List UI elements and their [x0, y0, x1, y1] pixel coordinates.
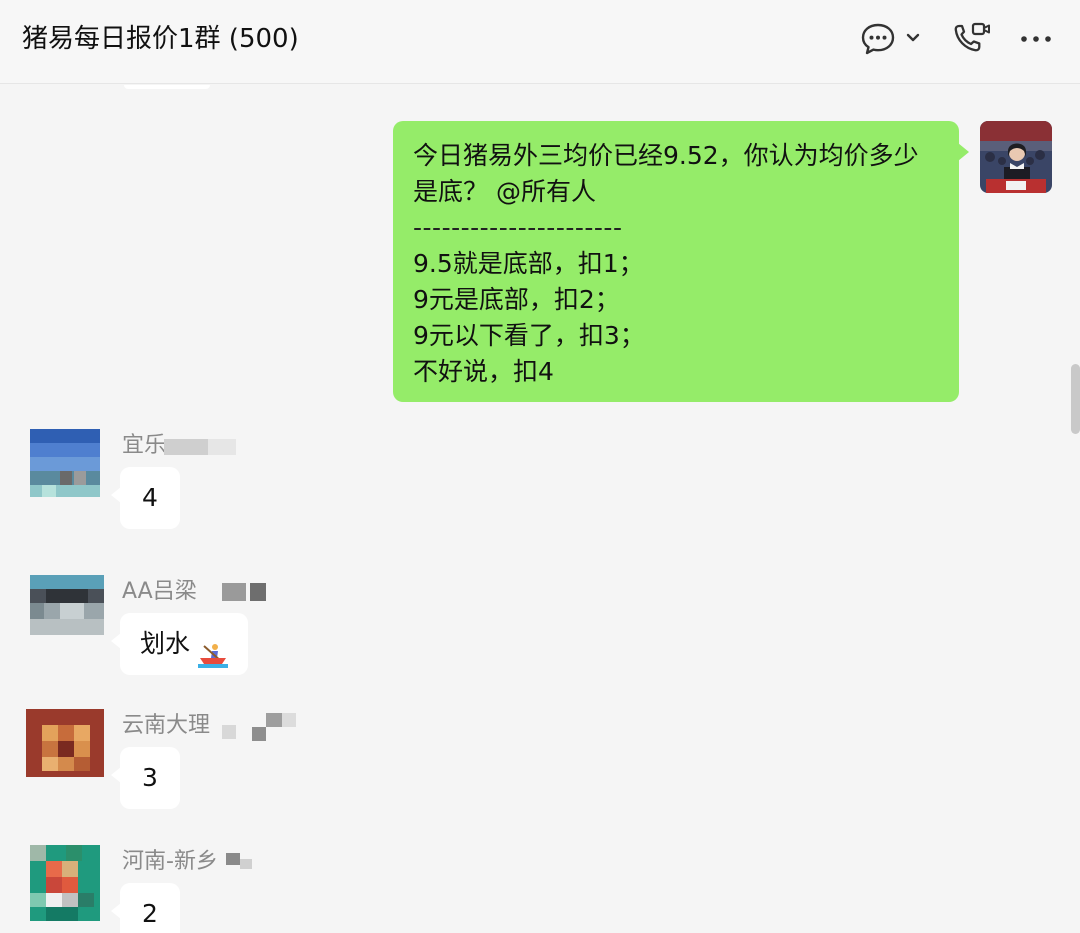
avatar[interactable] — [30, 575, 104, 635]
incoming-message: AA吕梁 划水 — [0, 575, 1080, 685]
blurred-name — [266, 713, 282, 727]
self-message-bubble[interactable]: 今日猪易外三均价已经9.52，你认为均价多少 是底？ @所有人 --------… — [393, 121, 969, 402]
rowing-emoji-icon — [198, 631, 228, 668]
avatar[interactable] — [26, 709, 104, 777]
blurred-name — [164, 439, 208, 455]
sender-name: AA吕梁 — [122, 579, 197, 604]
message-line: 9.5就是底部，扣1； — [413, 249, 644, 278]
sender-name: 河南-新乡 — [122, 849, 218, 874]
message-divider-line: ---------------------- — [413, 213, 623, 242]
message-text: 3 — [142, 763, 158, 792]
bubble-tail — [111, 767, 121, 783]
blurred-name — [226, 853, 240, 865]
message-text: 4 — [142, 483, 158, 512]
blurred-name — [252, 727, 266, 741]
message-bubble[interactable]: 2 — [111, 883, 180, 933]
blurred-name — [240, 859, 252, 869]
message-line: 是底？ @所有人 — [413, 177, 596, 206]
bubble-tail — [958, 143, 969, 161]
bubble-tail — [111, 633, 121, 649]
message-text: 2 — [142, 899, 158, 928]
blurred-name — [282, 713, 296, 727]
message-line: 今日猪易外三均价已经9.52，你认为均价多少 — [413, 141, 919, 170]
message-line: 9元以下看了，扣3； — [413, 321, 645, 350]
message-bubble[interactable]: 4 — [111, 467, 180, 529]
blurred-name — [222, 725, 236, 739]
chat-title: 猪易每日报价1群 (500) — [22, 24, 299, 54]
sender-name: 宜乐 — [122, 433, 167, 458]
message-bubble[interactable]: 划水 — [111, 613, 248, 675]
message-line: 9元是底部，扣2； — [413, 285, 620, 314]
partial-message-bubble — [124, 85, 210, 89]
more-icon[interactable] — [1018, 24, 1054, 58]
message-text: 划水 — [140, 629, 191, 658]
message-list[interactable]: 今日猪易外三均价已经9.52，你认为均价多少 是底？ @所有人 --------… — [0, 85, 1080, 933]
self-avatar[interactable] — [980, 121, 1052, 193]
bubble-tail — [111, 487, 121, 503]
blurred-name — [222, 583, 246, 601]
chevron-down-icon[interactable] — [904, 30, 922, 49]
avatar[interactable] — [30, 429, 100, 505]
scrollbar-thumb[interactable] — [1071, 364, 1080, 434]
sender-name: 云南大理 — [122, 713, 211, 738]
incoming-message: 河南-新乡 2 — [0, 845, 1080, 933]
message-line: 不好说，扣4 — [413, 357, 554, 386]
blurred-name — [250, 583, 266, 601]
chat-header: 猪易每日报价1群 (500) — [0, 0, 1080, 84]
incoming-message: 宜乐 4 — [0, 429, 1080, 539]
phone-video-icon[interactable] — [952, 20, 992, 60]
bubble-tail — [111, 903, 121, 919]
incoming-message: 云南大理 3 — [0, 709, 1080, 819]
avatar[interactable] — [30, 845, 100, 921]
blurred-name — [208, 439, 236, 455]
message-bubble[interactable]: 3 — [111, 747, 180, 809]
chat-bubble-icon[interactable] — [860, 22, 896, 60]
